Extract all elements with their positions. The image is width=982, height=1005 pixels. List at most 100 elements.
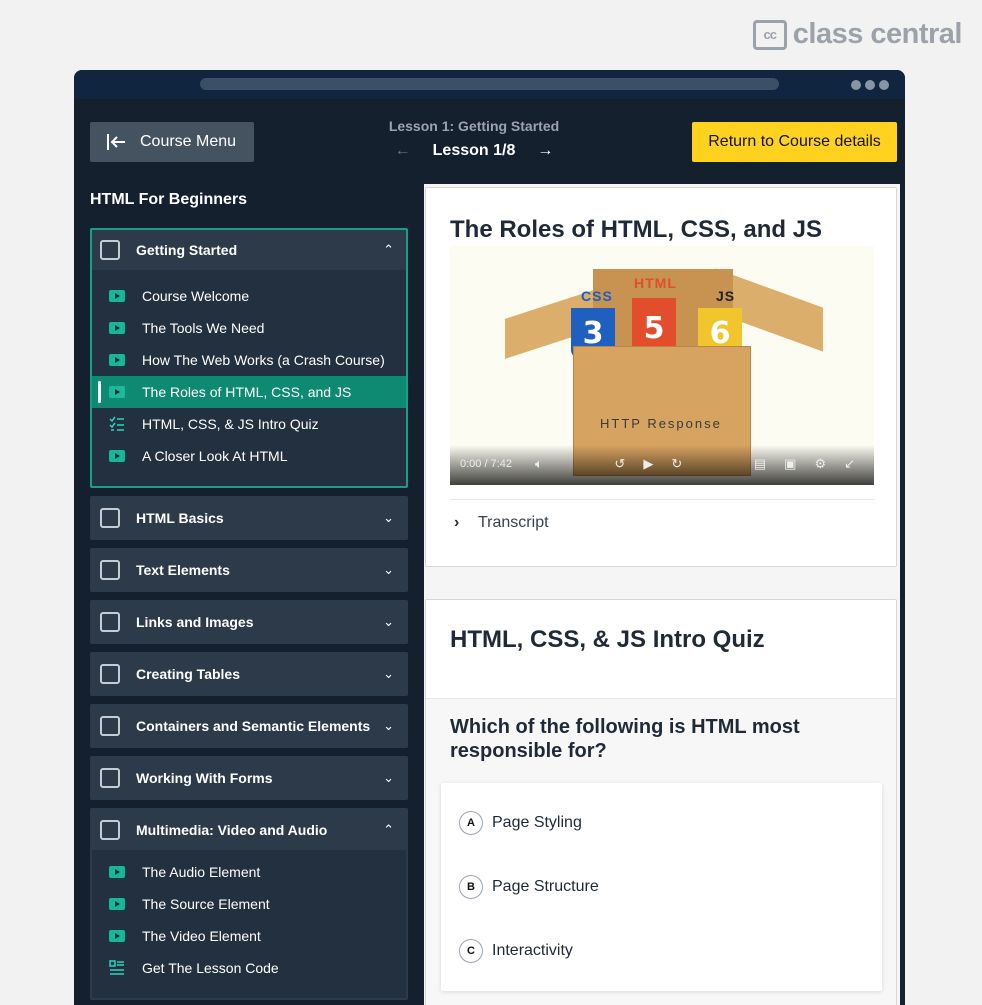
section-header[interactable]: Links and Images ⌄	[92, 602, 406, 642]
answer-text: Page Structure	[492, 878, 599, 895]
section-checkbox[interactable]	[100, 820, 120, 840]
lesson-card: The Roles of HTML, CSS, and JS CSS HTML …	[425, 187, 897, 567]
play-icon[interactable]: ▶	[643, 456, 653, 472]
next-lesson-arrow-icon[interactable]: →	[537, 142, 553, 160]
url-bar	[200, 78, 779, 90]
lesson-item[interactable]: A Closer Look At HTML	[92, 440, 406, 472]
section-header[interactable]: HTML Basics ⌄	[92, 498, 406, 538]
section-checkbox[interactable]	[100, 664, 120, 684]
answer-letter: B	[459, 875, 483, 899]
lesson-item[interactable]: How The Web Works (a Crash Course)	[92, 344, 406, 376]
section-getting-started: Getting Started ⌃ Course Welcome The Too…	[90, 228, 408, 488]
lesson-item[interactable]: The Tools We Need	[92, 312, 406, 344]
lesson-meta: Lesson 1: Getting Started ← Lesson 1/8 →	[374, 118, 574, 160]
lesson-item[interactable]: The Source Element	[92, 888, 406, 920]
transcript-label: Transcript	[478, 514, 549, 531]
video-icon	[108, 450, 126, 462]
section-header[interactable]: Multimedia: Video and Audio ⌃	[92, 810, 406, 850]
section-checkbox[interactable]	[100, 508, 120, 528]
video-icon	[108, 354, 126, 366]
lesson-item[interactable]: Get The Lesson Code	[92, 952, 406, 984]
video-icon	[108, 386, 126, 398]
captions-icon[interactable]: ▤	[754, 456, 766, 472]
video-icon	[108, 898, 126, 910]
answer-list: A Page Styling B Page Structure C Intera…	[441, 783, 882, 991]
section-title: Multimedia: Video and Audio	[136, 822, 328, 838]
lesson-counter: Lesson 1/8	[432, 142, 516, 159]
section-creating-tables: Creating Tables ⌄	[90, 652, 408, 696]
section-checkbox[interactable]	[100, 768, 120, 788]
forward-icon[interactable]: ↻	[671, 456, 682, 472]
lesson-item[interactable]: The Video Element	[92, 920, 406, 952]
section-title: Creating Tables	[136, 666, 240, 682]
lesson-label: The Source Element	[142, 896, 270, 912]
video-controls: 0:00 / 7:42 🔈︎ ↺ ▶ ↻ ▤ ▣ ⚙ ↙	[450, 451, 874, 477]
return-to-course-button[interactable]: Return to Course details	[692, 122, 897, 162]
brand-name: class central	[792, 18, 963, 50]
quiz-question: Which of the following is HTML most resp…	[450, 716, 800, 762]
section-header[interactable]: Text Elements ⌄	[92, 550, 406, 590]
section-header[interactable]: Creating Tables ⌄	[92, 654, 406, 694]
chevron-down-icon[interactable]: ⌄	[383, 666, 394, 682]
chevron-down-icon[interactable]: ⌄	[383, 614, 394, 630]
lesson-item[interactable]: Course Welcome	[92, 280, 406, 312]
lesson-label: HTML, CSS, & JS Intro Quiz	[142, 416, 319, 432]
lesson-item[interactable]: The Audio Element	[92, 856, 406, 888]
section-checkbox[interactable]	[100, 560, 120, 580]
video-player[interactable]: CSS HTML JS 3 5 6 HTTP Response 0:00 / 7…	[450, 246, 874, 485]
lesson-title: The Roles of HTML, CSS, and JS	[450, 216, 823, 243]
lesson-label: The Audio Element	[142, 864, 261, 880]
chevron-down-icon[interactable]: ⌄	[383, 562, 394, 578]
lesson-item-current[interactable]: The Roles of HTML, CSS, and JS	[92, 376, 406, 408]
section-checkbox[interactable]	[100, 240, 120, 260]
brand-logo: cc class central	[752, 18, 963, 51]
course-outline-sidebar: Getting Started ⌃ Course Welcome The Too…	[90, 228, 408, 1005]
chevron-up-icon[interactable]: ⌃	[383, 242, 394, 258]
section-checkbox[interactable]	[100, 612, 120, 632]
volume-icon[interactable]: 🔈︎	[535, 456, 543, 472]
section-checkbox[interactable]	[100, 716, 120, 736]
lesson-label: Get The Lesson Code	[142, 960, 279, 976]
video-icon	[108, 290, 126, 302]
chevron-up-icon[interactable]: ⌃	[383, 822, 394, 838]
quiz-body: Which of the following is HTML most resp…	[426, 699, 896, 1005]
chevron-right-icon: ›	[454, 514, 460, 531]
answer-option[interactable]: C Interactivity	[441, 919, 882, 983]
lesson-label: How The Web Works (a Crash Course)	[142, 352, 385, 368]
rewind-icon[interactable]: ↺	[614, 456, 625, 472]
section-title: Links and Images	[136, 614, 254, 630]
lesson-label: The Roles of HTML, CSS, and JS	[142, 384, 352, 400]
answer-letter: C	[459, 939, 483, 963]
lesson-content: The Roles of HTML, CSS, and JS CSS HTML …	[424, 184, 900, 1005]
section-title: Containers and Semantic Elements	[136, 718, 371, 734]
course-title: HTML For Beginners	[90, 191, 248, 208]
lesson-label: The Video Element	[142, 928, 261, 944]
chevron-down-icon[interactable]: ⌄	[383, 510, 394, 526]
section-header[interactable]: Getting Started ⌃	[92, 230, 406, 270]
pip-icon[interactable]: ▣	[784, 456, 796, 472]
section-title: Text Elements	[136, 562, 230, 578]
html-label: HTML	[634, 275, 677, 291]
answer-option[interactable]: B Page Structure	[441, 855, 882, 919]
section-header[interactable]: Working With Forms ⌄	[92, 758, 406, 798]
lesson-nav: ← Lesson 1/8 →	[374, 142, 574, 160]
section-text-elements: Text Elements ⌄	[90, 548, 408, 592]
chevron-down-icon[interactable]: ⌄	[383, 718, 394, 734]
lesson-item[interactable]: HTML, CSS, & JS Intro Quiz	[92, 408, 406, 440]
section-title: Getting Started	[136, 242, 238, 258]
answer-option[interactable]: A Page Styling	[441, 791, 882, 855]
section-links-images: Links and Images ⌄	[90, 600, 408, 644]
collapse-left-icon	[107, 134, 125, 150]
fullscreen-icon[interactable]: ↙	[844, 456, 855, 472]
quiz-icon	[108, 416, 126, 432]
brand-mark: cc	[752, 19, 787, 50]
course-menu-button[interactable]: Course Menu	[90, 122, 254, 162]
section-header[interactable]: Containers and Semantic Elements ⌄	[92, 706, 406, 746]
section-working-with-forms: Working With Forms ⌄	[90, 756, 408, 800]
transcript-toggle[interactable]: › Transcript	[450, 499, 874, 532]
chevron-down-icon[interactable]: ⌄	[383, 770, 394, 786]
section-containers-semantic: Containers and Semantic Elements ⌄	[90, 704, 408, 748]
prev-lesson-arrow-icon[interactable]: ←	[395, 142, 411, 160]
settings-gear-icon[interactable]: ⚙	[814, 456, 826, 472]
video-icon	[108, 322, 126, 334]
